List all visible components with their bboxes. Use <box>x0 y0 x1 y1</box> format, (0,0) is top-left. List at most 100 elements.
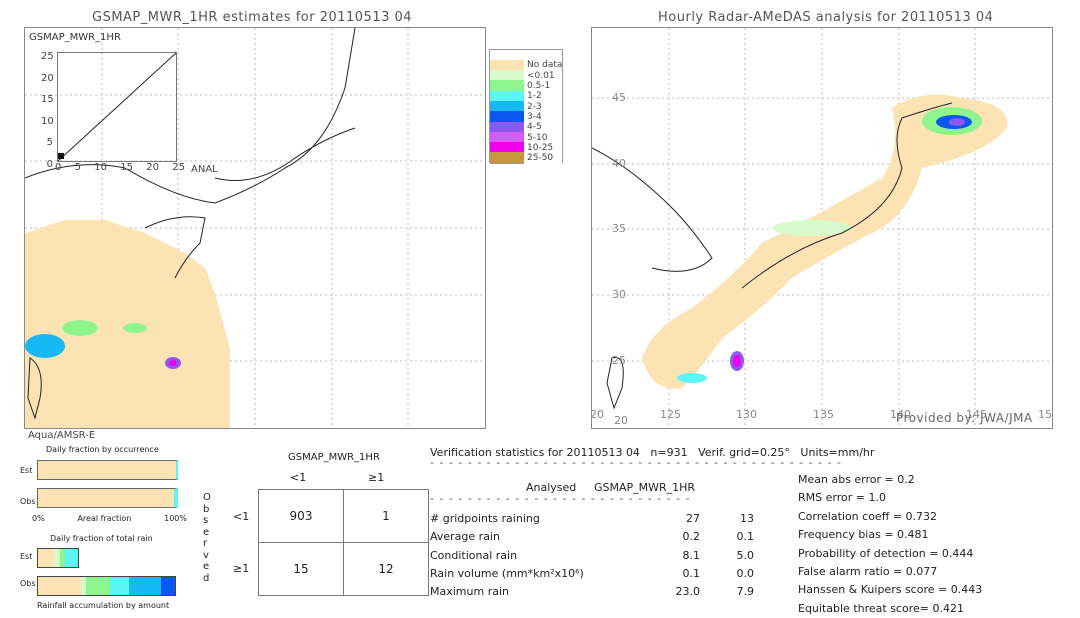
data-credit: Provided by: JWA/JMA <box>896 411 1033 425</box>
scatter-inset <box>57 52 177 162</box>
lon-tick: 135 <box>813 408 834 421</box>
est-rain-bar <box>37 548 79 568</box>
sensor-label: Aqua/AMSR-E <box>28 430 96 441</box>
legend-item: 4-5 <box>490 121 562 133</box>
right-map-title: Hourly Radar-AMeDAS analysis for 2011051… <box>658 10 994 25</box>
legend-item: 3-4 <box>490 111 562 123</box>
inset-xlabel: ANAL <box>191 164 218 175</box>
observed-label: Observed <box>203 492 211 584</box>
obs-label: Obs <box>20 497 36 506</box>
lat-tick: 45 <box>612 91 626 104</box>
divider: - - - - - - - - - - - - - - - - - - - - … <box>430 492 692 505</box>
inset-xtick: 20 <box>146 162 159 173</box>
col-header: <1 <box>290 471 307 484</box>
scores-list: Mean abs error = 0.2 RMS error = 1.0 Corre… <box>798 471 982 618</box>
contingency-table: 903 1 15 12 <box>258 489 429 596</box>
legend-label: 0.5-1 <box>527 81 551 92</box>
legend-item: 5-10 <box>490 131 562 144</box>
legend-label: 4-5 <box>527 122 542 133</box>
stats-row: Rain volume (mm*km²x10⁶) 0.1 0.0 <box>430 565 760 583</box>
legend-item: 0.5-1 <box>490 80 562 92</box>
stat-label: Average rain <box>430 530 500 544</box>
axis-0: 0% <box>32 514 45 523</box>
legend-label: 10-25 <box>527 142 554 153</box>
cell: 903 <box>258 489 344 543</box>
inset-ytick: 5 <box>46 137 53 148</box>
radar-coverage <box>642 94 1008 389</box>
color-legend: No data <0.01 0.5-1 1-2 2-3 3-4 4-5 5-10 10-25 25… <box>489 49 564 164</box>
inset-ytick: 20 <box>41 72 54 84</box>
legend-label: No data <box>527 60 563 71</box>
est-occurrence-bar <box>37 460 178 480</box>
stats-row: Maximum rain 23.0 7.9 <box>430 583 760 601</box>
obs-label: Obs <box>20 579 36 588</box>
stat-gsmap: 0.0 <box>736 566 755 580</box>
col-header: ≥1 <box>368 471 385 484</box>
stats-row: Conditional rain 8.1 5.0 <box>430 547 760 565</box>
rain-footer: Rainfall accumulation by amount <box>37 601 170 610</box>
score-item: Mean abs error = 0.2 <box>798 473 915 486</box>
left-map-title: GSMAP_MWR_1HR estimates for 20110513 04 <box>92 10 413 25</box>
row-header: ≥1 <box>233 562 250 575</box>
inset-xtick: 15 <box>120 162 133 173</box>
left-map: GSMAP_MWR_1HR 25 20 15 10 5 0 0 5 10 15 20 25 ANAL <box>24 27 486 429</box>
total-rain-title: Daily fraction of total rain <box>50 534 153 543</box>
legend-label: 5-10 <box>527 132 548 143</box>
stats-table: # gridpoints raining 27 13 Average rain 0.2 0… <box>430 510 760 601</box>
stat-label: # gridpoints raining <box>430 512 540 525</box>
stat-gsmap: 0.1 <box>736 530 755 544</box>
legend-label: 25-50 <box>527 153 554 164</box>
inset-ylabel: GSMAP_MWR_1HR <box>29 32 121 43</box>
lon-tick: 20 <box>590 408 604 421</box>
legend-item: <0.01 <box>490 70 562 82</box>
stat-label: Maximum rain <box>430 585 509 599</box>
stat-gsmap: 7.9 <box>736 585 755 599</box>
stat-gsmap: 5.0 <box>736 548 755 562</box>
cell: 12 <box>343 542 429 596</box>
inset-xtick: 5 <box>74 162 81 173</box>
legend-label: 3-4 <box>527 111 542 122</box>
stat-analysed: 23.0 <box>675 585 701 599</box>
legend-item <box>490 49 562 61</box>
score-item: RMS error = 1.0 <box>798 491 886 505</box>
lat-tick: 25 <box>612 354 626 367</box>
stat-label: Conditional rain <box>430 548 518 562</box>
stat-analysed: 27 <box>686 512 700 525</box>
legend-item: 1-2 <box>490 90 562 102</box>
divider: - - - - - - - - - - - - - - - - - - - - … <box>430 456 845 469</box>
obs-occurrence-bar <box>37 488 178 508</box>
score-item: False alarm ratio = 0.077 <box>798 565 938 579</box>
scatter-plot <box>57 52 177 162</box>
score-item: Hanssen & Kuipers score = 0.443 <box>798 583 983 597</box>
cell: 15 <box>258 542 344 596</box>
legend-item: No data <box>490 59 563 72</box>
axis-label: Areal fraction <box>77 514 132 523</box>
inset-ytick: 10 <box>41 115 54 127</box>
stat-gsmap: 13 <box>740 512 754 525</box>
inset-xtick: 25 <box>172 162 185 173</box>
legend-item: 2-3 <box>490 100 562 113</box>
score-item: Frequency bias = 0.481 <box>798 528 929 542</box>
inset-ytick: 25 <box>41 51 54 62</box>
stat-analysed: 8.1 <box>682 548 701 562</box>
inset-xtick: 10 <box>94 162 107 173</box>
right-map-canvas <box>592 28 1052 428</box>
lat-tick: 40 <box>612 157 626 170</box>
est-label: Est <box>20 552 33 561</box>
row-header: <1 <box>233 510 250 523</box>
lat-tick: 20 <box>614 414 628 427</box>
lon-tick: 15 <box>1038 408 1052 421</box>
obs-rain-bar <box>37 576 176 596</box>
stat-label: Rain volume (mm*km²x10⁶) <box>430 566 584 580</box>
legend-item: 10-25 <box>490 142 562 154</box>
inset-ytick: 0 <box>46 158 53 170</box>
legend-label: 1-2 <box>527 91 542 102</box>
stat-analysed: 0.2 <box>682 530 701 544</box>
right-map: 20 125 130 135 140 145 15 45 40 35 30 25… <box>590 27 1053 429</box>
legend-swatch <box>490 152 524 164</box>
lat-tick: 35 <box>612 222 626 235</box>
axis-100: 100% <box>164 514 187 523</box>
stats-row: Average rain 0.2 0.1 <box>430 528 760 546</box>
cell: 1 <box>343 489 429 543</box>
stat-analysed: 0.1 <box>682 566 701 580</box>
